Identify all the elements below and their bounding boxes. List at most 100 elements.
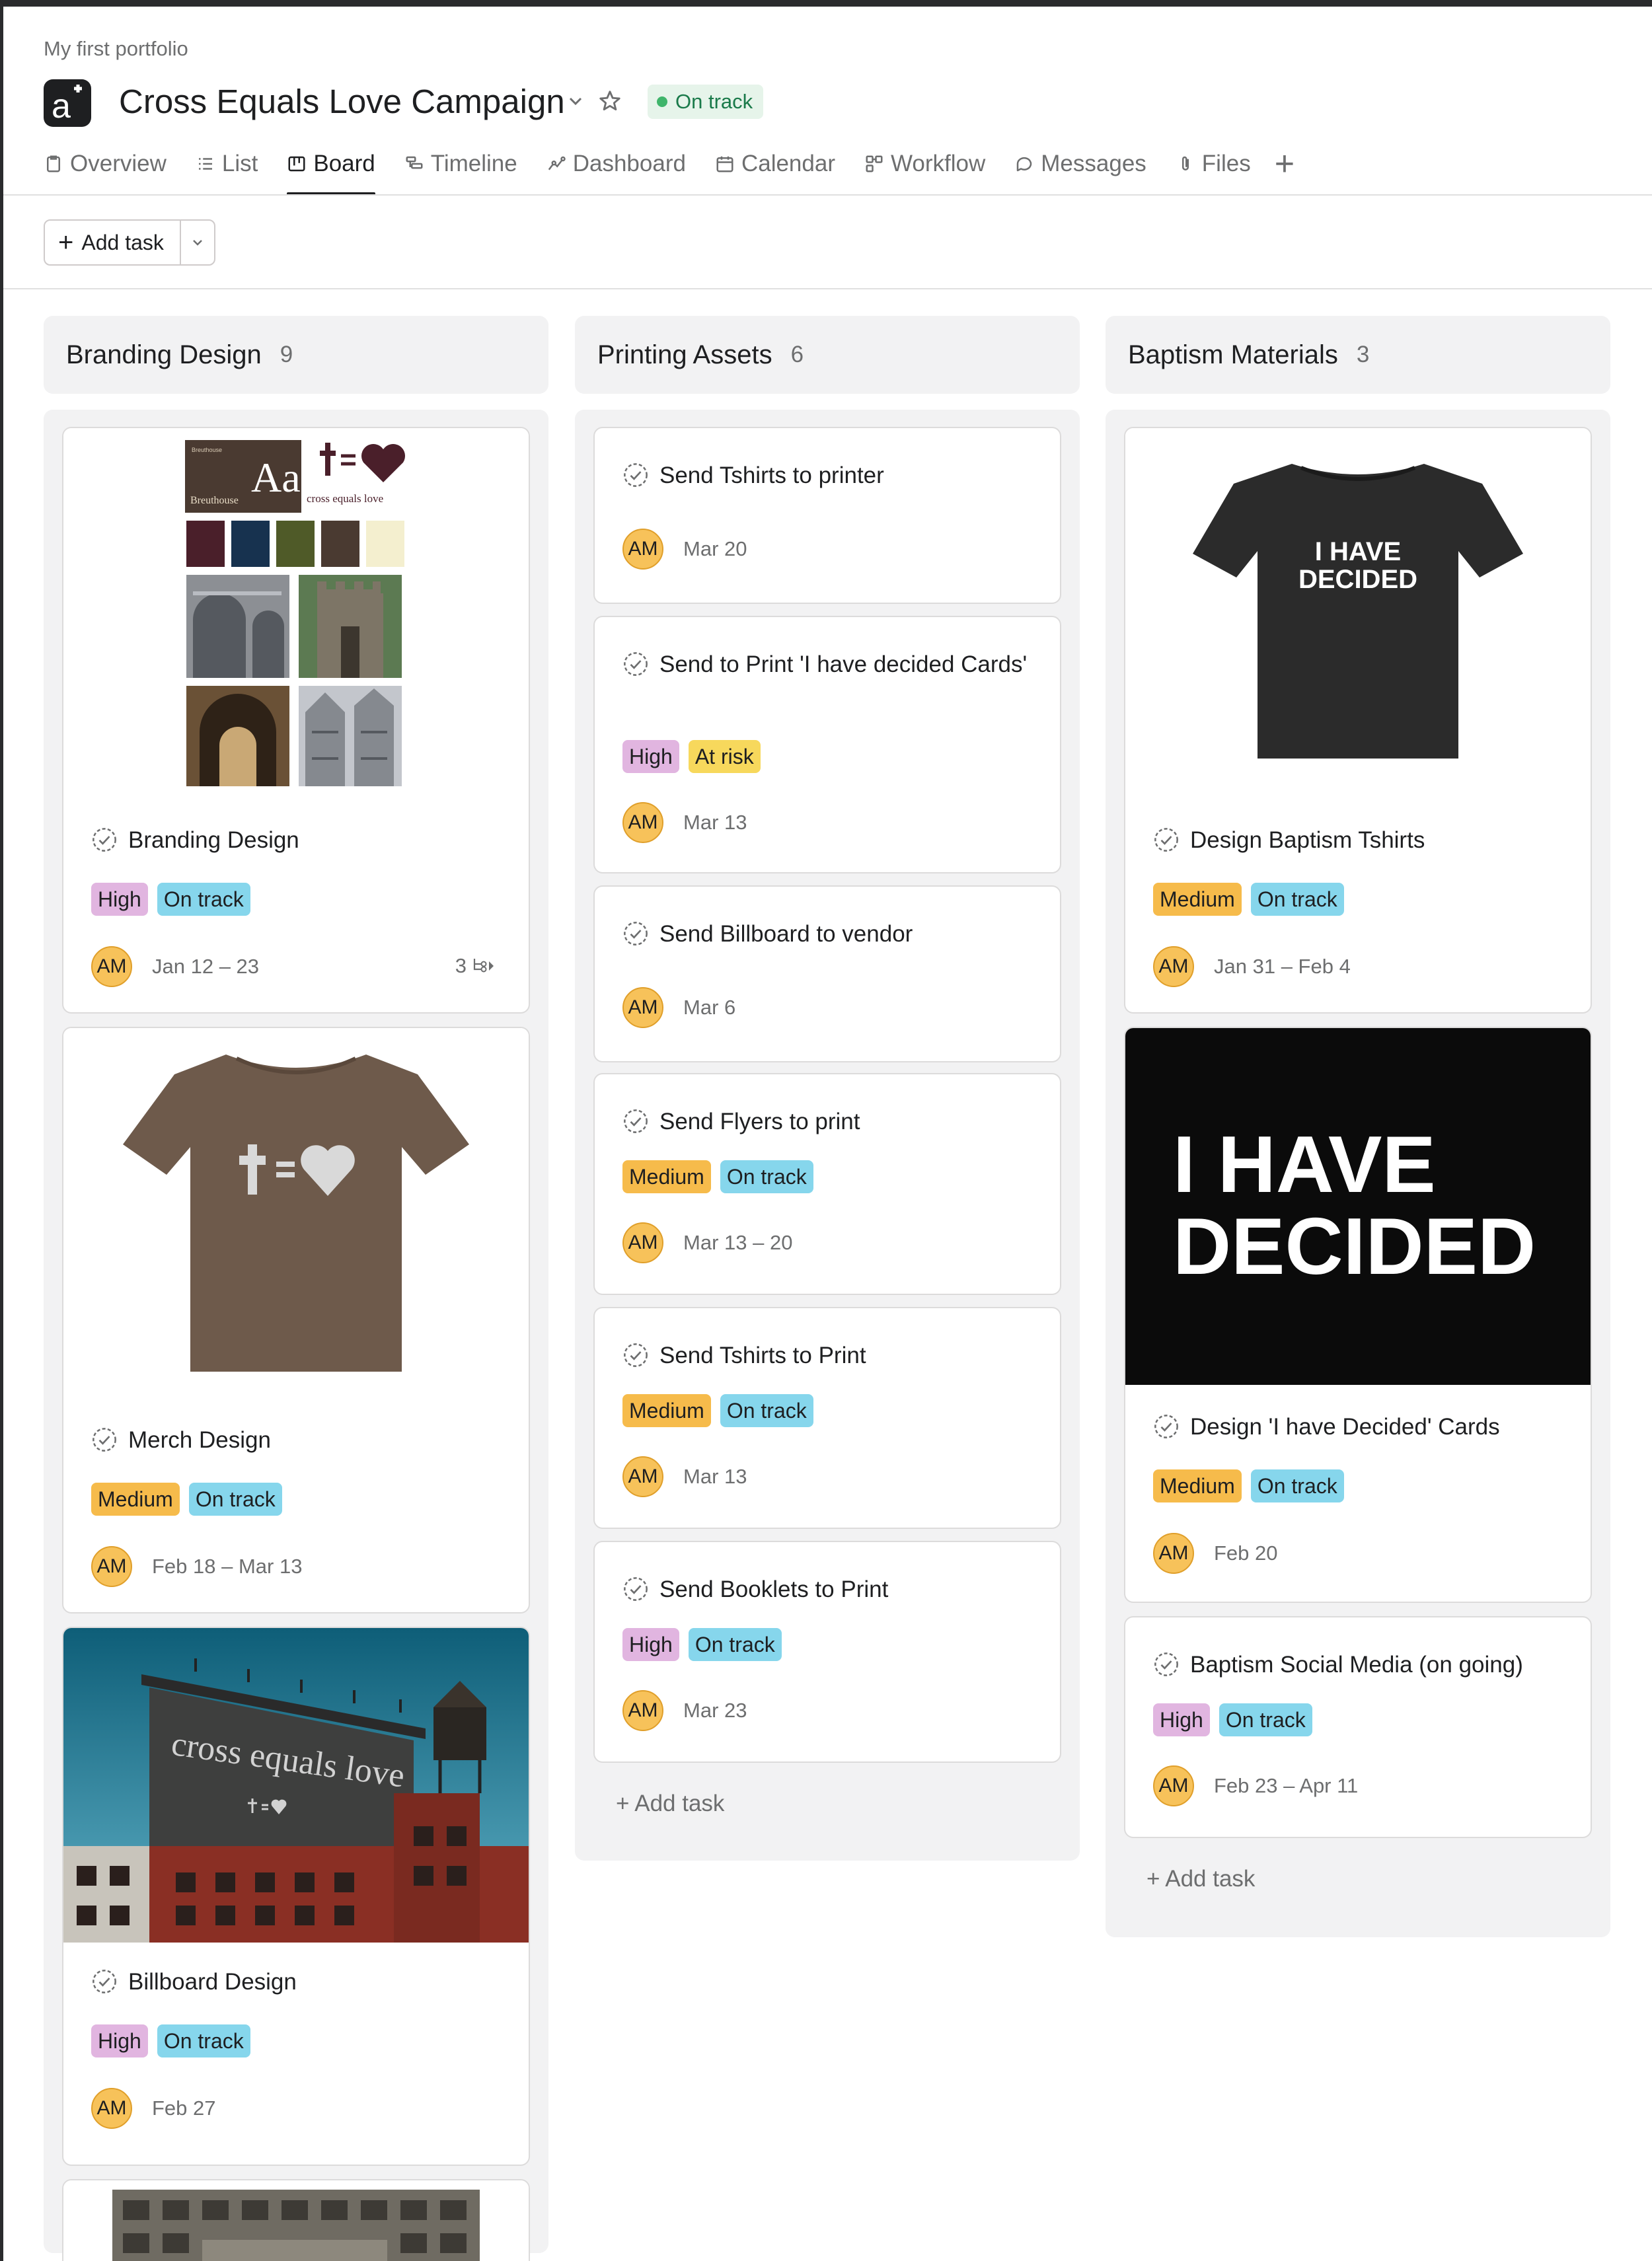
avatar[interactable]: AM	[622, 1222, 663, 1263]
tab-board[interactable]: Board	[287, 147, 376, 196]
card-title[interactable]: Billboard Design	[91, 1964, 514, 2001]
task-card-baptism-social-media[interactable]: Baptism Social Media (on going) High On …	[1124, 1616, 1592, 1838]
due-date[interactable]: Feb 20	[1214, 1541, 1278, 1565]
column-header[interactable]: Printing Assets 6	[575, 316, 1080, 394]
task-card-partial[interactable]	[62, 2179, 530, 2261]
tab-messages[interactable]: Messages	[1014, 147, 1146, 181]
priority-tag[interactable]: Medium	[622, 1394, 711, 1427]
complete-check-icon[interactable]	[622, 462, 649, 488]
status-tag[interactable]: On track	[1250, 883, 1344, 916]
status-tag[interactable]: On track	[1250, 1469, 1344, 1502]
status-tag[interactable]: On track	[720, 1160, 813, 1193]
project-title[interactable]: Cross Equals Love Campaign	[119, 82, 565, 121]
status-tag[interactable]: On track	[188, 1483, 282, 1516]
tab-timeline[interactable]: Timeline	[404, 147, 517, 181]
tab-workflow[interactable]: Workflow	[864, 147, 985, 181]
due-date[interactable]: Feb 18 – Mar 13	[152, 1555, 302, 1578]
due-date[interactable]: Mar 13	[683, 1465, 747, 1489]
complete-check-icon[interactable]	[1153, 827, 1180, 853]
breadcrumb[interactable]: My first portfolio	[44, 37, 188, 61]
add-task-dropdown[interactable]	[181, 221, 214, 264]
project-icon[interactable]: a	[44, 79, 91, 127]
complete-check-icon[interactable]	[622, 1576, 649, 1602]
complete-check-icon[interactable]	[622, 1108, 649, 1134]
task-card-design-cards[interactable]: I HAVE DECIDED Design 'I have Decided' C…	[1124, 1027, 1592, 1603]
add-task-button[interactable]: + Add task	[45, 221, 181, 264]
card-title[interactable]: Send Tshirts to Print	[622, 1337, 1045, 1374]
task-card-send-tshirts-to-printer[interactable]: Send Tshirts to printer AM Mar 20	[593, 427, 1061, 604]
card-title[interactable]: Send Booklets to Print	[622, 1571, 1045, 1608]
due-date[interactable]: Jan 12 – 23	[152, 955, 259, 979]
tab-dashboard[interactable]: Dashboard	[546, 147, 686, 181]
card-title[interactable]: Merch Design	[91, 1422, 514, 1459]
avatar[interactable]: AM	[91, 946, 132, 987]
column-add-task-button[interactable]: + Add task	[616, 1791, 724, 1817]
complete-check-icon[interactable]	[622, 1342, 649, 1368]
column-header[interactable]: Branding Design 9	[44, 316, 548, 394]
column-header[interactable]: Baptism Materials 3	[1106, 316, 1610, 394]
card-title[interactable]: Baptism Social Media (on going)	[1153, 1647, 1576, 1684]
complete-check-icon[interactable]	[622, 651, 649, 677]
task-card-send-to-print-cards[interactable]: Send to Print 'I have decided Cards' Hig…	[593, 616, 1061, 873]
tab-calendar[interactable]: Calendar	[715, 147, 835, 181]
add-tab-plus-icon[interactable]: +	[1275, 147, 1295, 181]
task-card-design-baptism-tshirts[interactable]: I HAVE DECIDED Design Baptism Tshirts Me…	[1124, 427, 1592, 1014]
tab-files[interactable]: Files	[1176, 147, 1251, 181]
priority-tag[interactable]: High	[622, 1628, 679, 1661]
due-date[interactable]: Mar 23	[683, 1699, 747, 1723]
status-tag[interactable]: On track	[1219, 1703, 1312, 1736]
avatar[interactable]: AM	[622, 802, 663, 843]
priority-tag[interactable]: Medium	[1153, 883, 1242, 916]
avatar[interactable]: AM	[1153, 1533, 1194, 1574]
priority-tag[interactable]: High	[1153, 1703, 1210, 1736]
complete-check-icon[interactable]	[1153, 1651, 1180, 1678]
complete-check-icon[interactable]	[622, 920, 649, 947]
card-title[interactable]: Branding Design	[91, 822, 514, 859]
due-date[interactable]: Mar 13	[683, 811, 747, 834]
avatar[interactable]: AM	[622, 1690, 663, 1731]
card-title[interactable]: Design Baptism Tshirts	[1153, 822, 1576, 859]
priority-tag[interactable]: Medium	[1153, 1469, 1242, 1502]
complete-check-icon[interactable]	[91, 1968, 118, 1995]
card-title[interactable]: Send Billboard to vendor	[622, 916, 1045, 953]
task-card-send-tshirts-to-print[interactable]: Send Tshirts to Print Medium On track AM…	[593, 1307, 1061, 1529]
priority-tag[interactable]: High	[91, 2024, 148, 2057]
card-title[interactable]: Send Flyers to print	[622, 1103, 1045, 1140]
status-tag[interactable]: On track	[157, 883, 250, 916]
avatar[interactable]: AM	[622, 529, 663, 570]
card-title[interactable]: Design 'I have Decided' Cards	[1153, 1409, 1576, 1446]
status-tag[interactable]: On track	[157, 2024, 250, 2057]
priority-tag[interactable]: High	[91, 883, 148, 916]
project-status-badge[interactable]: On track	[648, 85, 764, 119]
avatar[interactable]: AM	[622, 987, 663, 1028]
due-date[interactable]: Feb 23 – Apr 11	[1214, 1774, 1358, 1798]
priority-tag[interactable]: Medium	[622, 1160, 711, 1193]
task-card-send-booklets-to-print[interactable]: Send Booklets to Print High On track AM …	[593, 1541, 1061, 1763]
star-icon[interactable]	[597, 89, 622, 114]
task-card-send-billboard-to-vendor[interactable]: Send Billboard to vendor AM Mar 6	[593, 885, 1061, 1062]
task-card-billboard-design[interactable]: cross equals love Billboard Design High …	[62, 1627, 530, 2166]
avatar[interactable]: AM	[1153, 1765, 1194, 1806]
priority-tag[interactable]: Medium	[91, 1483, 180, 1516]
status-tag[interactable]: On track	[720, 1394, 813, 1427]
task-card-merch-design[interactable]: Merch Design Medium On track AM Feb 18 –…	[62, 1027, 530, 1613]
due-date[interactable]: Mar 20	[683, 537, 747, 561]
avatar[interactable]: AM	[622, 1456, 663, 1497]
due-date[interactable]: Mar 6	[683, 996, 735, 1019]
status-tag[interactable]: At risk	[688, 740, 761, 773]
complete-check-icon[interactable]	[91, 827, 118, 853]
chevron-down-icon[interactable]	[566, 91, 585, 111]
status-tag[interactable]: On track	[688, 1628, 782, 1661]
tab-overview[interactable]: Overview	[44, 147, 167, 181]
avatar[interactable]: AM	[1153, 946, 1194, 987]
subtask-count[interactable]: 3	[455, 954, 494, 978]
complete-check-icon[interactable]	[91, 1427, 118, 1453]
due-date[interactable]: Jan 31 – Feb 4	[1214, 955, 1351, 979]
priority-tag[interactable]: High	[622, 740, 679, 773]
card-title[interactable]: Send to Print 'I have decided Cards'	[622, 646, 1045, 683]
tab-list[interactable]: List	[196, 147, 258, 181]
due-date[interactable]: Mar 13 – 20	[683, 1231, 792, 1255]
due-date[interactable]: Feb 27	[152, 2096, 216, 2120]
avatar[interactable]: AM	[91, 1546, 132, 1587]
task-card-send-flyers-to-print[interactable]: Send Flyers to print Medium On track AM …	[593, 1073, 1061, 1295]
